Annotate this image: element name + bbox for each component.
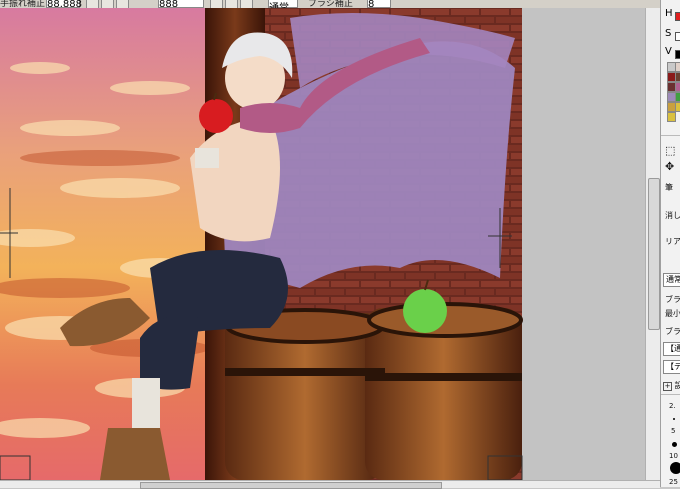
size-down-button[interactable] <box>225 0 238 8</box>
top-toolbar: 手振れ補正 88.888 888 通常 ブラシ補正 8 <box>0 0 660 8</box>
brush-size-dot[interactable] <box>673 418 675 420</box>
correction-select[interactable]: 8 <box>367 0 391 8</box>
color-swatch[interactable] <box>675 62 680 72</box>
hue-checkbox[interactable] <box>675 12 680 21</box>
tool-eraser[interactable]: 消し <box>665 210 680 221</box>
vertical-scroll-thumb[interactable] <box>648 178 660 330</box>
select-tool-icon[interactable]: ⬚ <box>665 144 675 157</box>
tool-real[interactable]: リアル <box>665 236 680 247</box>
option-select-2-label: 【テ <box>666 362 680 371</box>
brush-size-25: 25 <box>669 478 678 486</box>
option-select-1-label: 【通 <box>666 344 680 353</box>
spin-up-button[interactable] <box>86 0 99 8</box>
brush-size-dot[interactable] <box>670 462 680 474</box>
option-select-2[interactable]: 【テ <box>663 360 680 374</box>
color-swatch[interactable] <box>667 112 676 122</box>
divider <box>661 394 680 395</box>
saturation-checkbox[interactable] <box>675 32 680 41</box>
tool-pen[interactable]: 筆 <box>665 182 673 193</box>
brush-label-2: ブラ <box>665 327 680 336</box>
brush-size-label: 2. <box>669 402 676 410</box>
divider <box>661 135 680 136</box>
color-swatch[interactable] <box>675 72 680 82</box>
stabilizer-label: 手振れ補正 <box>0 0 46 8</box>
blend-mode-select[interactable]: 通常 <box>268 0 298 8</box>
drawing-canvas[interactable] <box>0 8 645 480</box>
correction-label: ブラシ補正 <box>308 0 353 8</box>
artwork-illustration <box>0 8 645 480</box>
color-swatch[interactable] <box>675 82 680 92</box>
vertical-scrollbar[interactable] <box>645 8 661 480</box>
size-reset-button[interactable] <box>240 0 253 8</box>
reset-button[interactable] <box>116 0 129 8</box>
move-tool-icon[interactable]: ✥ <box>665 160 674 173</box>
size-up-button[interactable] <box>210 0 223 8</box>
value-checkbox[interactable] <box>675 50 680 59</box>
saturation-label: S <box>665 28 672 39</box>
horizontal-scroll-thumb[interactable] <box>140 482 442 489</box>
color-swatch[interactable] <box>675 102 680 112</box>
blend-select-label: 通常 <box>666 275 680 284</box>
blend-select[interactable]: 通常 <box>663 273 680 287</box>
expand-icon: + <box>663 382 672 391</box>
spin-down-button[interactable] <box>101 0 114 8</box>
stabilizer-field[interactable]: 88.888 <box>46 0 82 8</box>
color-swatch[interactable] <box>675 92 680 102</box>
option-select-1[interactable]: 【通 <box>663 342 680 356</box>
size-field[interactable]: 888 <box>158 0 204 8</box>
settings-section[interactable]: + 設 <box>663 380 680 391</box>
value-label: V <box>665 46 672 57</box>
brush-size-dot[interactable] <box>672 442 677 447</box>
hue-label: H <box>665 8 673 19</box>
tool-panel: H S V ⬚ ✥ 筆 消し リアル 通常 ブラ 最小 ブラ 【通 【テ + 設… <box>660 0 680 487</box>
min-label: 最小 <box>665 309 680 318</box>
brush-size-5: 5 <box>671 427 676 435</box>
settings-section-label: 設 <box>675 381 680 390</box>
brush-size-10: 10 <box>669 452 678 460</box>
brush-label-1: ブラ <box>665 295 680 304</box>
